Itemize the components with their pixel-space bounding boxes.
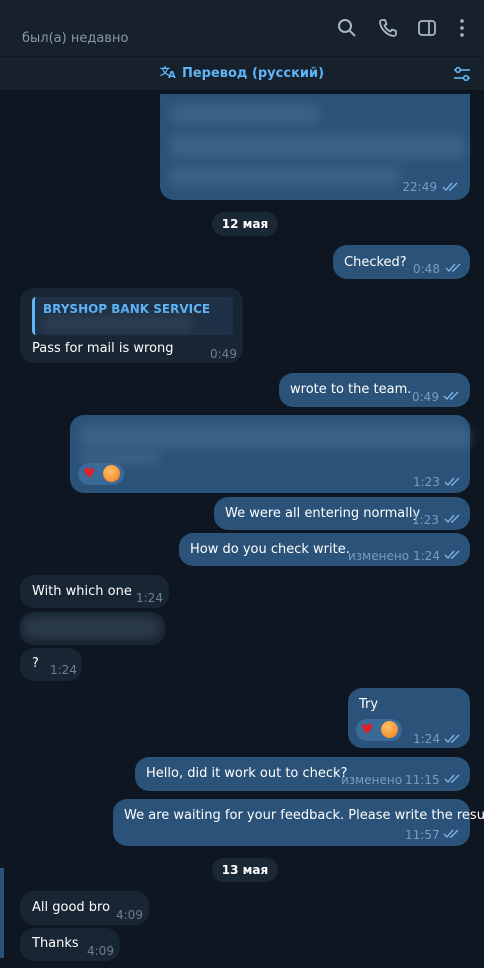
message-incoming[interactable]: Thanks 4:09 xyxy=(20,928,120,961)
blurred-content xyxy=(170,134,465,158)
blurred-content xyxy=(24,618,159,638)
message-time: 1:24 xyxy=(413,732,440,746)
message-incoming[interactable] xyxy=(20,612,165,645)
message-incoming[interactable]: ? 1:24 xyxy=(20,648,82,681)
sidebar-toggle-icon[interactable] xyxy=(416,17,438,39)
message-outgoing[interactable]: How do you check write. изменено 1:24 xyxy=(179,533,470,566)
message-text: We are waiting for your feedback. Please… xyxy=(124,808,484,823)
message-outgoing[interactable]: We were all entering normally 1:23 xyxy=(214,497,470,530)
message-text: wrote to the team. xyxy=(290,382,412,397)
chat-header: был(а) недавно xyxy=(0,0,484,57)
message-outgoing[interactable]: Hello, did it work out to check? изменен… xyxy=(135,757,470,791)
svg-text:A: A xyxy=(168,70,176,79)
search-icon[interactable] xyxy=(336,17,358,39)
double-check-icon xyxy=(444,774,460,784)
blurred-content xyxy=(43,317,193,331)
message-text: With which one xyxy=(32,584,132,599)
message-text: We were all entering normally xyxy=(225,506,421,521)
message-incoming[interactable]: With which one 1:24 xyxy=(20,575,169,608)
message-time: 1:24 xyxy=(50,663,77,677)
translate-bar[interactable]: 文A Перевод (русский) xyxy=(0,57,484,91)
message-time: 22:49 xyxy=(402,180,437,194)
message-outgoing[interactable]: 22:49 xyxy=(160,94,470,200)
message-text: Thanks xyxy=(32,936,79,951)
double-check-icon xyxy=(444,514,460,524)
reply-preview[interactable]: BRYSHOP BANK SERVICE xyxy=(32,297,233,335)
double-check-icon xyxy=(443,829,459,839)
avatar xyxy=(103,465,120,482)
translate-button[interactable]: 文A Перевод (русский) xyxy=(0,65,484,81)
edited-label: изменено xyxy=(341,773,403,787)
translate-label: Перевод (русский) xyxy=(181,66,325,81)
double-check-icon xyxy=(444,734,460,744)
last-seen-status: был(а) недавно xyxy=(22,31,129,46)
more-vert-icon[interactable] xyxy=(451,17,473,39)
message-incoming[interactable]: BRYSHOP BANK SERVICE Pass for mail is wr… xyxy=(20,288,243,363)
message-outgoing[interactable]: We are waiting for your feedback. Please… xyxy=(113,799,484,846)
edited-label: изменено xyxy=(348,549,410,563)
reply-author: BRYSHOP BANK SERVICE xyxy=(43,302,211,316)
message-time: 1:23 xyxy=(413,475,440,489)
double-check-icon xyxy=(442,182,458,192)
message-outgoing[interactable]: wrote to the team. 0:49 xyxy=(279,373,470,407)
message-incoming[interactable]: All good bro 4:09 xyxy=(20,891,149,925)
message-text: Pass for mail is wrong xyxy=(32,341,174,356)
message-time: 11:57 xyxy=(405,828,440,842)
message-time: 1:24 xyxy=(136,591,163,605)
heart-icon: ♥ xyxy=(361,722,374,738)
message-time: 0:49 xyxy=(412,390,439,404)
message-time: 1:23 xyxy=(412,513,439,527)
message-time: 0:49 xyxy=(210,347,237,361)
avatar xyxy=(381,721,398,738)
message-time: 4:09 xyxy=(87,944,114,958)
message-text: Checked? xyxy=(344,255,407,270)
date-separator: 13 мая xyxy=(212,858,278,882)
blurred-content xyxy=(170,104,320,124)
message-text: Try xyxy=(359,697,379,712)
message-text: ? xyxy=(32,656,39,671)
blurred-content xyxy=(80,425,470,449)
message-text: How do you check write. xyxy=(190,542,350,557)
message-time: 4:09 xyxy=(116,908,143,922)
message-outgoing[interactable]: Checked? 0:48 xyxy=(333,245,470,279)
blurred-content xyxy=(170,166,400,186)
double-check-icon xyxy=(444,550,460,560)
message-text: Hello, did it work out to check? xyxy=(146,766,348,781)
message-time: 0:48 xyxy=(413,262,440,276)
message-outgoing[interactable]: Try ♥ 1:24 xyxy=(348,688,470,748)
left-edge-indicator xyxy=(0,868,4,958)
message-text: All good bro xyxy=(32,900,111,915)
message-outgoing[interactable]: ♥ 1:23 xyxy=(70,415,470,493)
phone-icon[interactable] xyxy=(377,17,399,39)
heart-icon: ♥ xyxy=(83,466,96,482)
double-check-icon xyxy=(443,391,459,401)
message-time: 11:15 xyxy=(405,773,440,787)
double-check-icon xyxy=(445,263,461,273)
date-separator: 12 мая xyxy=(212,212,278,236)
reaction-chip[interactable]: ♥ xyxy=(78,463,124,485)
message-time: 1:24 xyxy=(413,549,440,563)
reaction-chip[interactable]: ♥ xyxy=(356,719,402,741)
double-check-icon xyxy=(444,477,460,487)
filter-settings-icon[interactable] xyxy=(452,64,472,84)
translate-icon: 文A xyxy=(160,65,178,81)
